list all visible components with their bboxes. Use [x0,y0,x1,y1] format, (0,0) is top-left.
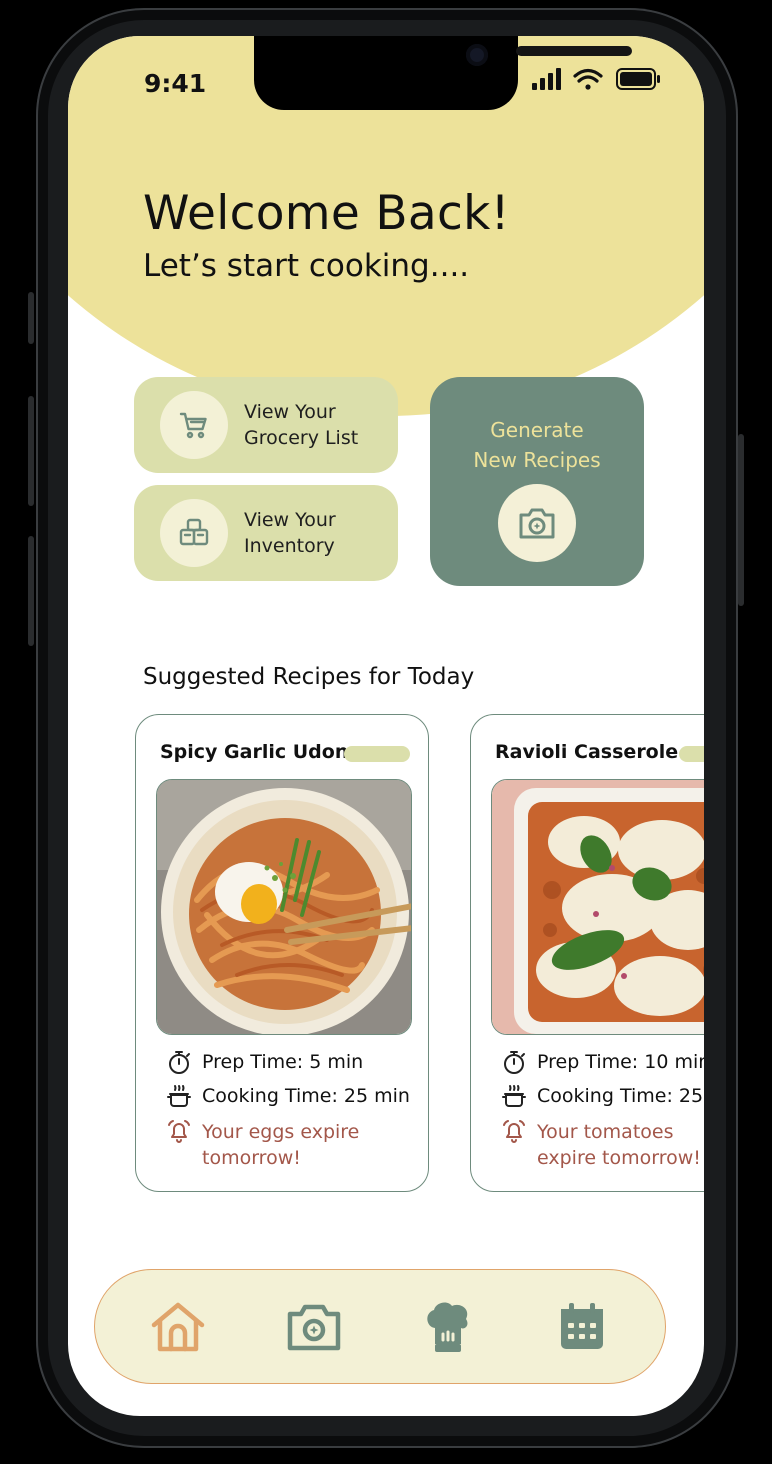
inventory-button[interactable]: View Your Inventory [134,485,398,581]
cart-icon [160,391,228,459]
recipe-card-spicy-garlic-udon[interactable]: Spicy Garlic Udon Prep Time: 5 min Cooki… [135,714,429,1192]
stopwatch-icon [169,1051,190,1074]
app-screen: 9:41 Welcome Back! Let’s start cooking..… [68,36,704,1416]
notch [254,36,632,110]
front-camera [466,44,488,66]
inventory-label: View Your Inventory [244,509,336,557]
phone-mute-switch [28,292,34,344]
generate-recipes-label: Generate New Recipes [473,418,601,472]
expiry-alert-row: Your eggs expire tomorrow! [166,1119,359,1171]
welcome-title: Welcome Back! [143,186,510,241]
cook-time-text: Cooking Time: 25 min [202,1085,410,1107]
recipe-card-ravioli-casserole[interactable]: Ravioli Casserole Prep Time: 10 min Cook… [470,714,704,1192]
nav-calendar-button[interactable] [553,1298,611,1356]
grocery-list-button[interactable]: View Your Grocery List [134,377,398,473]
expiry-alert-row: Your tomatoes expire tomorrow! [501,1119,701,1171]
status-icons [532,68,660,90]
phone-volume-up [28,396,34,506]
phone-power-button [738,434,744,606]
prep-time-row: Prep Time: 5 min [166,1049,363,1075]
udon-noodle-bowl-photo [156,779,412,1035]
cook-time-row: Cooking Time: 25 min [501,1083,704,1109]
boxes-icon [160,499,228,567]
grocery-list-label: View Your Grocery List [244,401,359,449]
status-time: 9:41 [144,69,207,98]
welcome-subtitle: Let’s start cooking.... [143,248,470,284]
phone-volume-down [28,536,34,646]
prep-time-text: Prep Time: 10 min [537,1051,704,1073]
expiry-alert-text: Your tomatoes expire tomorrow! [537,1121,701,1169]
generate-recipes-button[interactable]: Generate New Recipes [430,377,644,586]
nav-recipes-button[interactable] [419,1298,477,1356]
prep-time-text: Prep Time: 5 min [202,1051,364,1073]
battery-icon [616,68,660,90]
recipe-tag [344,746,410,762]
cooking-pot-icon [502,1085,526,1107]
nav-camera-button[interactable] [285,1298,343,1356]
camera-icon [498,484,576,562]
bell-alert-icon [168,1120,190,1143]
bell-alert-icon [503,1120,525,1143]
cooking-pot-icon [167,1085,191,1107]
chef-hat-icon [427,1302,468,1352]
camera-icon [287,1304,341,1351]
home-icon [151,1302,205,1352]
recipe-name: Ravioli Casserole [495,741,679,763]
recipe-tag [679,746,704,762]
expiry-alert-text: Your eggs expire tomorrow! [202,1121,360,1169]
calendar-icon [561,1303,603,1349]
nav-home-button[interactable] [149,1298,207,1356]
bottom-nav-bar [94,1269,666,1384]
suggested-recipes-title: Suggested Recipes for Today [143,664,475,690]
wifi-icon [573,68,603,90]
signal-icon [532,68,561,90]
cook-time-row: Cooking Time: 25 min [166,1083,410,1109]
stopwatch-icon [504,1051,525,1074]
cook-time-text: Cooking Time: 25 min [537,1085,704,1107]
recipe-name: Spicy Garlic Udon [160,741,349,763]
ravioli-casserole-photo [491,779,704,1035]
prep-time-row: Prep Time: 10 min [501,1049,704,1075]
speaker-grille [516,46,632,56]
